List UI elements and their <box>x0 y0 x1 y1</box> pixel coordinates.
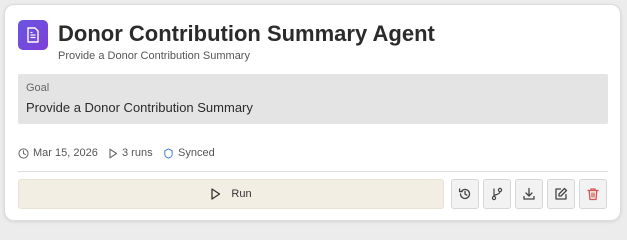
agent-card: Donor Contribution Summary Agent Provide… <box>4 4 621 221</box>
goal-panel: Goal Provide a Donor Contribution Summar… <box>18 74 608 124</box>
play-icon <box>211 188 221 200</box>
cloud-sync-icon <box>164 147 173 159</box>
delete-button[interactable] <box>579 179 607 209</box>
edit-icon <box>555 187 568 200</box>
goal-text: Provide a Donor Contribution Summary <box>26 100 253 115</box>
meta-date-text: Mar 15, 2026 <box>33 147 98 159</box>
meta-runs-text: 3 runs <box>122 147 153 159</box>
agent-title: Donor Contribution Summary Agent <box>58 21 435 46</box>
meta-date: Mar 15, 2026 <box>18 147 98 159</box>
play-icon <box>109 148 118 158</box>
run-button[interactable]: Run <box>18 179 444 209</box>
download-icon <box>523 187 535 200</box>
meta-sync-text: Synced <box>178 147 215 159</box>
trash-icon <box>587 188 599 201</box>
meta-sync: Synced <box>163 147 215 159</box>
agent-subtitle: Provide a Donor Contribution Summary <box>58 50 250 62</box>
goal-label: Goal <box>26 82 50 94</box>
branch-button[interactable] <box>483 179 511 209</box>
run-button-label: Run <box>231 188 252 200</box>
document-icon <box>18 20 48 50</box>
download-button[interactable] <box>515 179 543 209</box>
history-button[interactable] <box>451 179 479 209</box>
edit-button[interactable] <box>547 179 575 209</box>
branch-icon <box>491 187 503 201</box>
divider <box>18 171 608 172</box>
history-icon <box>458 188 471 200</box>
clock-icon <box>18 147 29 159</box>
meta-runs: 3 runs <box>108 147 153 159</box>
